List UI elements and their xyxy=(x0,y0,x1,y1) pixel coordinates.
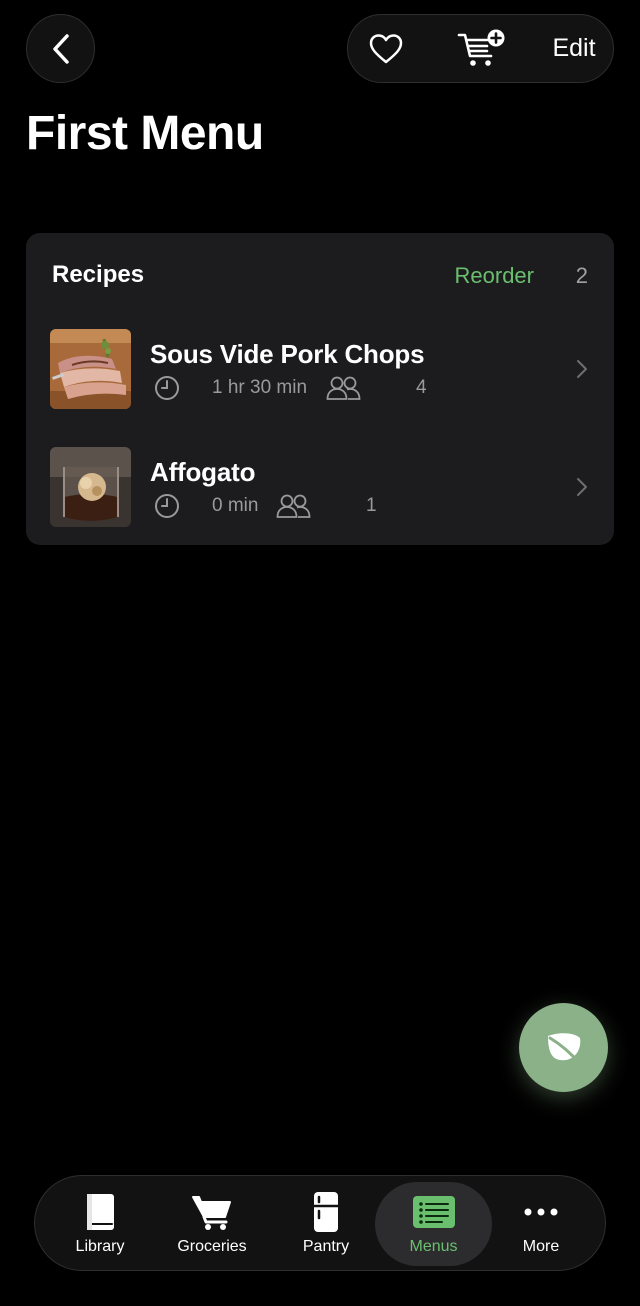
tab-label: Menus xyxy=(409,1238,458,1255)
tab-library[interactable]: Library xyxy=(45,1176,155,1270)
recipe-row[interactable]: Affogato 0 min 1 xyxy=(26,445,614,545)
fridge-icon xyxy=(314,1192,338,1232)
chevron-left-icon xyxy=(52,33,69,64)
cart-icon xyxy=(192,1196,231,1230)
favorite-button[interactable] xyxy=(366,15,406,82)
recipe-servings: 4 xyxy=(416,377,427,398)
leaf-icon xyxy=(547,1032,581,1065)
chevron-right-icon xyxy=(577,478,587,496)
clock-icon xyxy=(155,376,179,400)
recipe-name: Affogato xyxy=(150,457,256,487)
recipes-section-title: Recipes xyxy=(52,261,145,288)
tab-label: Library xyxy=(75,1238,125,1255)
tab-more[interactable]: More xyxy=(486,1176,596,1270)
recipe-thumbnail xyxy=(50,447,131,527)
recipe-count: 2 xyxy=(575,263,588,288)
recipe-servings: 1 xyxy=(366,495,377,516)
page-title: First Menu xyxy=(26,107,264,160)
clock-icon xyxy=(155,494,179,518)
tab-groceries[interactable]: Groceries xyxy=(157,1176,267,1270)
heart-icon xyxy=(369,33,403,63)
recipe-meta: 1 hr 30 min 4 xyxy=(154,375,494,403)
list-icon xyxy=(412,1196,455,1228)
tab-label: Pantry xyxy=(302,1238,350,1255)
recipe-thumbnail xyxy=(50,329,131,409)
recipe-time: 0 min xyxy=(212,495,259,516)
recipe-meta: 0 min 1 xyxy=(154,493,494,521)
add-to-cart-button[interactable] xyxy=(456,15,508,82)
tab-label: Groceries xyxy=(177,1238,247,1255)
recipes-card: Recipes Reorder 2 Sous Vide Pork Chops 1… xyxy=(26,233,614,545)
tab-label: More xyxy=(522,1238,560,1255)
edit-button[interactable]: Edit xyxy=(548,15,600,82)
tab-pantry[interactable]: Pantry xyxy=(271,1176,381,1270)
back-button[interactable] xyxy=(26,14,95,83)
people-icon xyxy=(326,376,361,400)
cart-plus-icon xyxy=(457,29,505,66)
recipe-name: Sous Vide Pork Chops xyxy=(150,339,425,369)
book-icon xyxy=(87,1194,114,1230)
people-icon xyxy=(276,494,311,518)
header-actions: Edit xyxy=(347,14,614,83)
tab-bar: Library Groceries Pantry Menus More xyxy=(34,1175,606,1271)
reorder-button[interactable]: Reorder xyxy=(455,263,534,289)
more-dots-icon xyxy=(524,1208,558,1216)
recipe-row[interactable]: Sous Vide Pork Chops 1 hr 30 min 4 xyxy=(26,327,614,427)
chevron-right-icon xyxy=(577,360,587,378)
tab-menus[interactable]: Menus xyxy=(375,1176,492,1270)
leaf-fab-button[interactable] xyxy=(519,1003,608,1092)
recipe-time: 1 hr 30 min xyxy=(212,377,308,398)
